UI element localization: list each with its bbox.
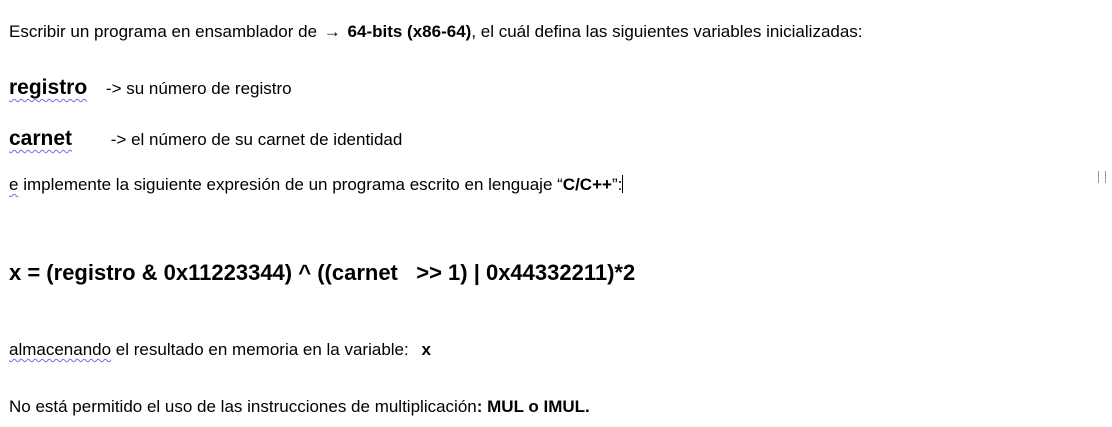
variable-registro-line: registro -> su número de registro (9, 76, 292, 99)
language-label: C/C++ (562, 175, 612, 194)
result-variable: x (421, 340, 431, 359)
restricted-instructions: MUL o IMUL. (482, 397, 590, 416)
architecture-label: 64-bits (x86-64) (347, 22, 472, 41)
store-line: almacenando el resultado en memoria en l… (9, 340, 431, 360)
margin-marker-icon (1098, 171, 1106, 183)
restriction-line: No está permitido el uso de las instrucc… (9, 397, 590, 417)
variable-carnet-name: carnet (9, 127, 73, 150)
intro-line: Escribir un programa en ensamblador de →… (9, 22, 863, 42)
formula: x = (registro & 0x11223344) ^ ((carnet >… (9, 260, 636, 285)
variable-carnet-line: carnet -> el número de su carnet de iden… (9, 127, 403, 150)
intro-suffix: , el cuál defina las siguientes variable… (471, 22, 863, 41)
variable-carnet-description: -> el número de su carnet de identidad (110, 130, 403, 149)
implement-text: implemente la siguiente expresión de un … (18, 175, 563, 194)
store-word: almacenando (9, 340, 112, 359)
restriction-text: No está permitido el uso de las instrucc… (9, 397, 477, 416)
implement-end: ”: (611, 175, 623, 194)
intro-prefix: Escribir un programa en ensamblador de (9, 22, 318, 41)
variable-registro-name: registro (9, 76, 88, 99)
text-cursor (622, 175, 624, 193)
store-text: el resultado en memoria en la variable: (111, 340, 409, 359)
arrow-right-icon: → (323, 22, 341, 41)
implement-line: e implemente la siguiente expresión de u… (9, 175, 624, 195)
variable-registro-description: -> su número de registro (105, 79, 292, 98)
